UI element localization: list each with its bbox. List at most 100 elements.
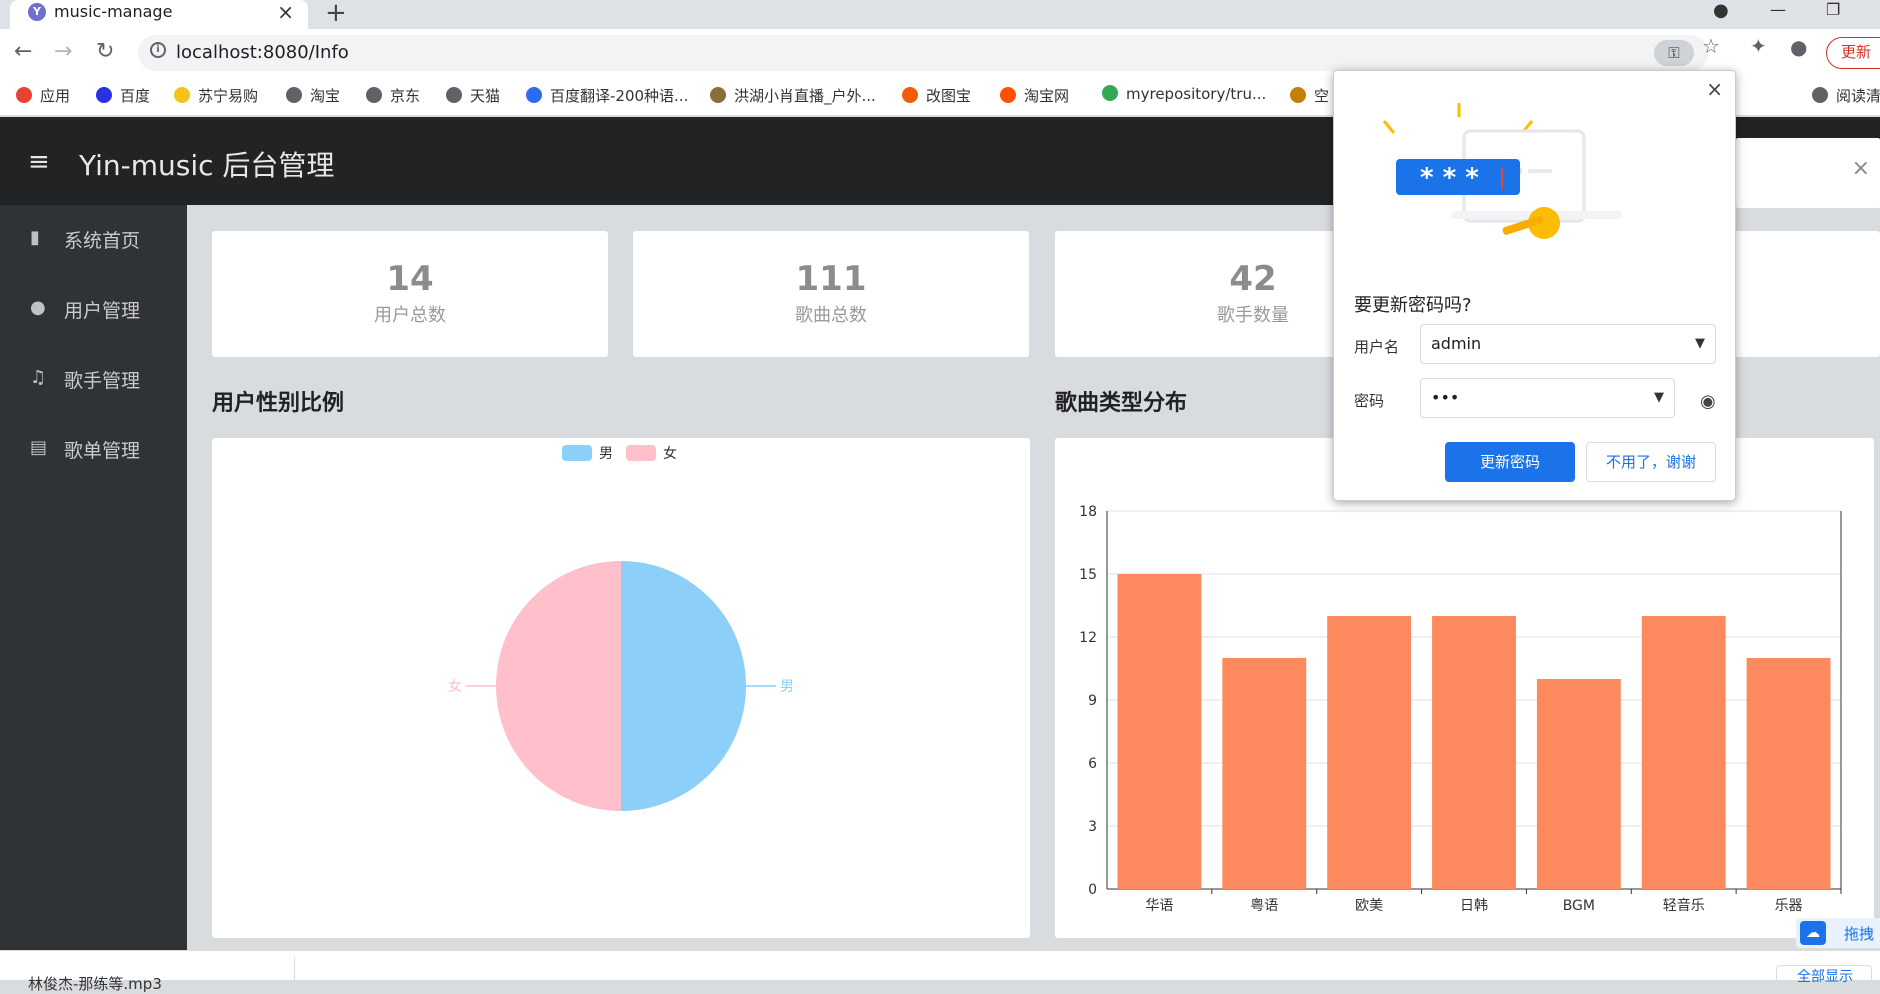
download-item[interactable]: 林俊杰-那练等.mp3 bbox=[28, 973, 162, 994]
tab-close-icon[interactable]: × bbox=[277, 0, 294, 24]
stat-label: 歌曲总数 bbox=[795, 305, 867, 326]
y-tick-label: 18 bbox=[1079, 504, 1097, 520]
update-password-button[interactable]: 更新密码 bbox=[1445, 442, 1575, 482]
bookmark-item[interactable]: 京东 bbox=[366, 85, 420, 106]
document-icon: ▤ bbox=[30, 437, 48, 458]
section-title-gender: 用户性别比例 bbox=[212, 391, 345, 416]
drag-label: 拖拽 bbox=[1844, 925, 1875, 943]
sidebar-item-users[interactable]: ● 用户管理 bbox=[0, 275, 187, 345]
pie-slice bbox=[621, 561, 746, 811]
bookmark-item[interactable]: 洪湖小肖直播_户外... bbox=[710, 85, 876, 106]
close-icon[interactable]: × bbox=[1852, 156, 1870, 181]
tab-search-icon[interactable]: ● bbox=[1713, 0, 1729, 21]
reload-icon[interactable]: ↻ bbox=[96, 39, 114, 64]
password-select[interactable]: ••• ▼ bbox=[1420, 378, 1675, 418]
bookmark-label: 淘宝 bbox=[310, 87, 341, 105]
x-tick-label: 华语 bbox=[1145, 898, 1173, 914]
menu-toggle-icon[interactable]: ≡ bbox=[28, 147, 50, 177]
bookmark-favicon-icon bbox=[526, 87, 542, 103]
genre-bar-chart: 0 3 6 9 12 15 18 华语 粤语 欧美 日韩 BGM 轻音乐 乐器 bbox=[1079, 504, 1842, 914]
site-info-icon[interactable]: i bbox=[150, 42, 166, 58]
bookmark-favicon-icon bbox=[710, 87, 726, 103]
x-tick-label: 粤语 bbox=[1250, 898, 1278, 914]
bookmark-item[interactable]: 阅读清 bbox=[1812, 85, 1880, 106]
password-update-popup: × * * * 要更新密码吗? 用户名 admin ▼ 密码 ••• ▼ ◉ 更… bbox=[1333, 70, 1736, 501]
bookmark-item[interactable]: 淘宝 bbox=[286, 85, 340, 106]
bookmark-favicon-icon bbox=[96, 87, 112, 103]
bookmark-label: 改图宝 bbox=[926, 87, 972, 105]
bar bbox=[1536, 679, 1621, 889]
legend-swatch bbox=[562, 445, 592, 461]
bar bbox=[1117, 574, 1202, 889]
username-select[interactable]: admin ▼ bbox=[1420, 324, 1716, 364]
bookmark-label: 应用 bbox=[40, 87, 71, 105]
y-tick-label: 0 bbox=[1088, 882, 1097, 898]
y-tick-label: 12 bbox=[1079, 630, 1097, 646]
stat-card-songs: 111 歌曲总数 bbox=[633, 231, 1029, 357]
genre-chart-panel: 0 3 6 9 12 15 18 华语 粤语 欧美 日韩 BGM 轻音乐 乐器 bbox=[1055, 438, 1874, 938]
forward-icon[interactable]: → bbox=[54, 39, 72, 64]
x-tick-label: 轻音乐 bbox=[1663, 897, 1705, 914]
bookmark-item[interactable]: 天猫 bbox=[446, 85, 500, 106]
bookmark-label: 百度翻译-200种语... bbox=[550, 87, 689, 105]
url-text[interactable]: localhost:8080/Info bbox=[176, 42, 349, 63]
legend-label: 女 bbox=[663, 445, 677, 462]
bookmark-item[interactable]: 百度翻译-200种语... bbox=[526, 85, 688, 106]
cloud-icon: ☁ bbox=[1800, 921, 1826, 945]
bookmark-favicon-icon bbox=[16, 87, 32, 103]
spark-line bbox=[1382, 120, 1396, 134]
bookmark-item[interactable]: 改图宝 bbox=[902, 85, 971, 106]
gender-chart-panel: 男女男女 bbox=[212, 438, 1030, 938]
user-icon: ● bbox=[30, 297, 46, 318]
stat-card-users: 14 用户总数 bbox=[212, 231, 608, 357]
bookmark-item[interactable]: 苏宁易购 bbox=[174, 85, 258, 106]
y-tick-label: 3 bbox=[1088, 819, 1097, 835]
bar bbox=[1327, 616, 1412, 889]
bookmark-favicon-icon bbox=[1102, 85, 1118, 101]
profile-icon[interactable]: ● bbox=[1790, 35, 1807, 59]
popup-heading: 要更新密码吗? bbox=[1354, 295, 1472, 316]
pie-slice bbox=[496, 561, 621, 811]
bookmark-label: 百度 bbox=[120, 87, 151, 105]
y-tick-label: 15 bbox=[1079, 567, 1097, 583]
stat-value: 14 bbox=[386, 259, 434, 299]
bookmark-item[interactable]: myrepository/tru... bbox=[1102, 85, 1266, 103]
sidebar-item-home[interactable]: ▮ 系统首页 bbox=[0, 205, 187, 275]
sidebar-item-singers[interactable]: ♫ 歌手管理 bbox=[0, 345, 187, 415]
bookmark-label: 空 bbox=[1314, 87, 1330, 105]
bookmark-item[interactable]: 百度 bbox=[96, 85, 150, 106]
bookmark-favicon-icon bbox=[1290, 87, 1306, 103]
extensions-icon[interactable]: ✦ bbox=[1750, 34, 1767, 58]
browser-tab-strip: Y music-manage × + ● — ❐ bbox=[0, 0, 1880, 29]
back-icon[interactable]: ← bbox=[14, 39, 32, 64]
address-bar[interactable]: i localhost:8080/Info ⚿ bbox=[138, 35, 1708, 71]
restore-icon[interactable]: ❐ bbox=[1826, 0, 1840, 19]
browser-tab[interactable]: Y music-manage × bbox=[10, 0, 308, 29]
bookmark-item[interactable]: 应用 bbox=[16, 85, 70, 106]
sidebar-item-label: 系统首页 bbox=[64, 230, 141, 252]
username-value: admin bbox=[1431, 334, 1482, 353]
divider bbox=[294, 957, 295, 981]
favicon-icon: Y bbox=[28, 3, 46, 21]
line-placeholder bbox=[1528, 169, 1552, 173]
bookmark-favicon-icon bbox=[1000, 87, 1016, 103]
no-thanks-button[interactable]: 不用了，谢谢 bbox=[1586, 442, 1716, 482]
username-label: 用户名 bbox=[1354, 338, 1400, 356]
password-key-icon[interactable]: ⚿ bbox=[1654, 40, 1694, 66]
bookmark-star-icon[interactable]: ☆ bbox=[1702, 34, 1720, 58]
minimize-icon[interactable]: — bbox=[1770, 0, 1786, 19]
show-all-button[interactable]: 全部显示 bbox=[1776, 965, 1872, 991]
cursor-line bbox=[1501, 167, 1503, 189]
bookmark-favicon-icon bbox=[1812, 87, 1828, 103]
bar bbox=[1432, 616, 1516, 889]
sidebar-item-label: 歌手管理 bbox=[64, 370, 141, 392]
show-password-icon[interactable]: ◉ bbox=[1700, 391, 1716, 412]
bookmark-item[interactable]: 空 bbox=[1290, 85, 1329, 106]
bookmark-favicon-icon bbox=[366, 87, 382, 103]
sidebar-item-playlists[interactable]: ▤ 歌单管理 bbox=[0, 415, 187, 485]
drag-widget[interactable]: ☁ 拖拽 bbox=[1796, 918, 1880, 948]
bookmark-item[interactable]: 淘宝网 bbox=[1000, 85, 1069, 106]
update-button[interactable]: 更新 bbox=[1826, 37, 1880, 69]
new-tab-icon[interactable]: + bbox=[325, 0, 347, 28]
password-value: ••• bbox=[1431, 388, 1460, 407]
